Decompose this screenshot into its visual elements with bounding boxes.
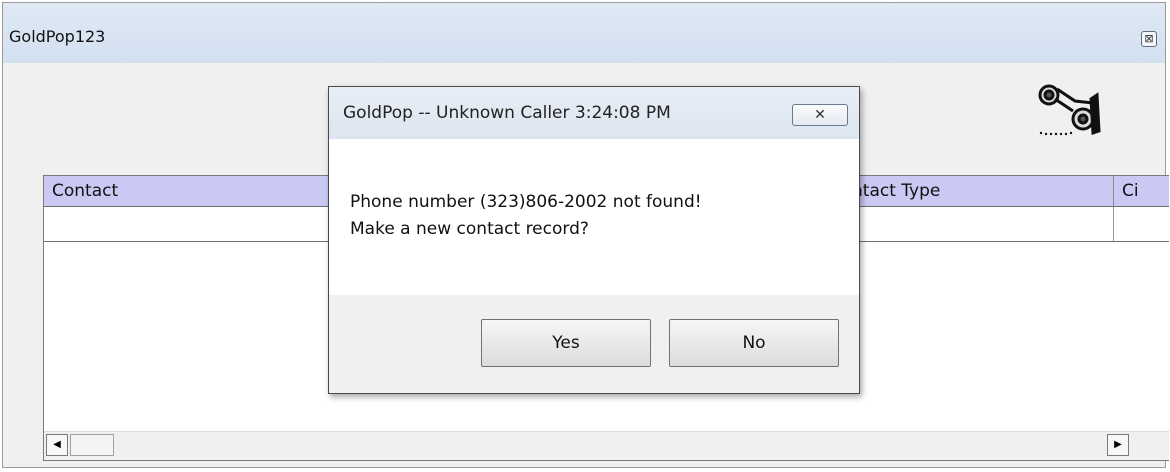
arrow-left-icon[interactable]: ◀ [46, 434, 68, 456]
column-header-contact[interactable]: Contact [44, 176, 334, 206]
dialog-title: GoldPop -- Unknown Caller 3:24:08 PM [343, 103, 671, 123]
scrollbar-thumb[interactable] [70, 434, 114, 456]
column-header-contact-type[interactable]: ntact Type [844, 176, 1114, 206]
column-header-city[interactable]: Ci [1114, 176, 1169, 206]
dialog-body: Phone number (323)806-2002 not found! Ma… [329, 139, 859, 295]
arrow-right-icon[interactable]: ▶ [1107, 434, 1129, 456]
horizontal-scrollbar[interactable]: ◀ ▶ [44, 431, 1169, 460]
unknown-caller-dialog: GoldPop -- Unknown Caller 3:24:08 PM ✕ P… [328, 86, 860, 394]
window-titlebar[interactable]: GoldPop123 ⊠ [3, 3, 1165, 63]
close-icon[interactable]: ✕ [792, 104, 848, 126]
window-title: GoldPop123 [9, 27, 106, 46]
close-icon[interactable]: ⊠ [1141, 31, 1157, 47]
column-divider [1113, 207, 1114, 241]
message-line-1: Phone number (323)806-2002 not found! [350, 192, 702, 212]
dialog-message: Phone number (323)806-2002 not found! Ma… [350, 189, 702, 243]
phone-handset-icon [1038, 84, 1101, 136]
dialog-titlebar[interactable]: GoldPop -- Unknown Caller 3:24:08 PM ✕ [329, 87, 859, 139]
yes-button[interactable]: Yes [481, 319, 651, 367]
message-line-2: Make a new contact record? [350, 219, 589, 239]
no-button[interactable]: No [669, 319, 839, 367]
